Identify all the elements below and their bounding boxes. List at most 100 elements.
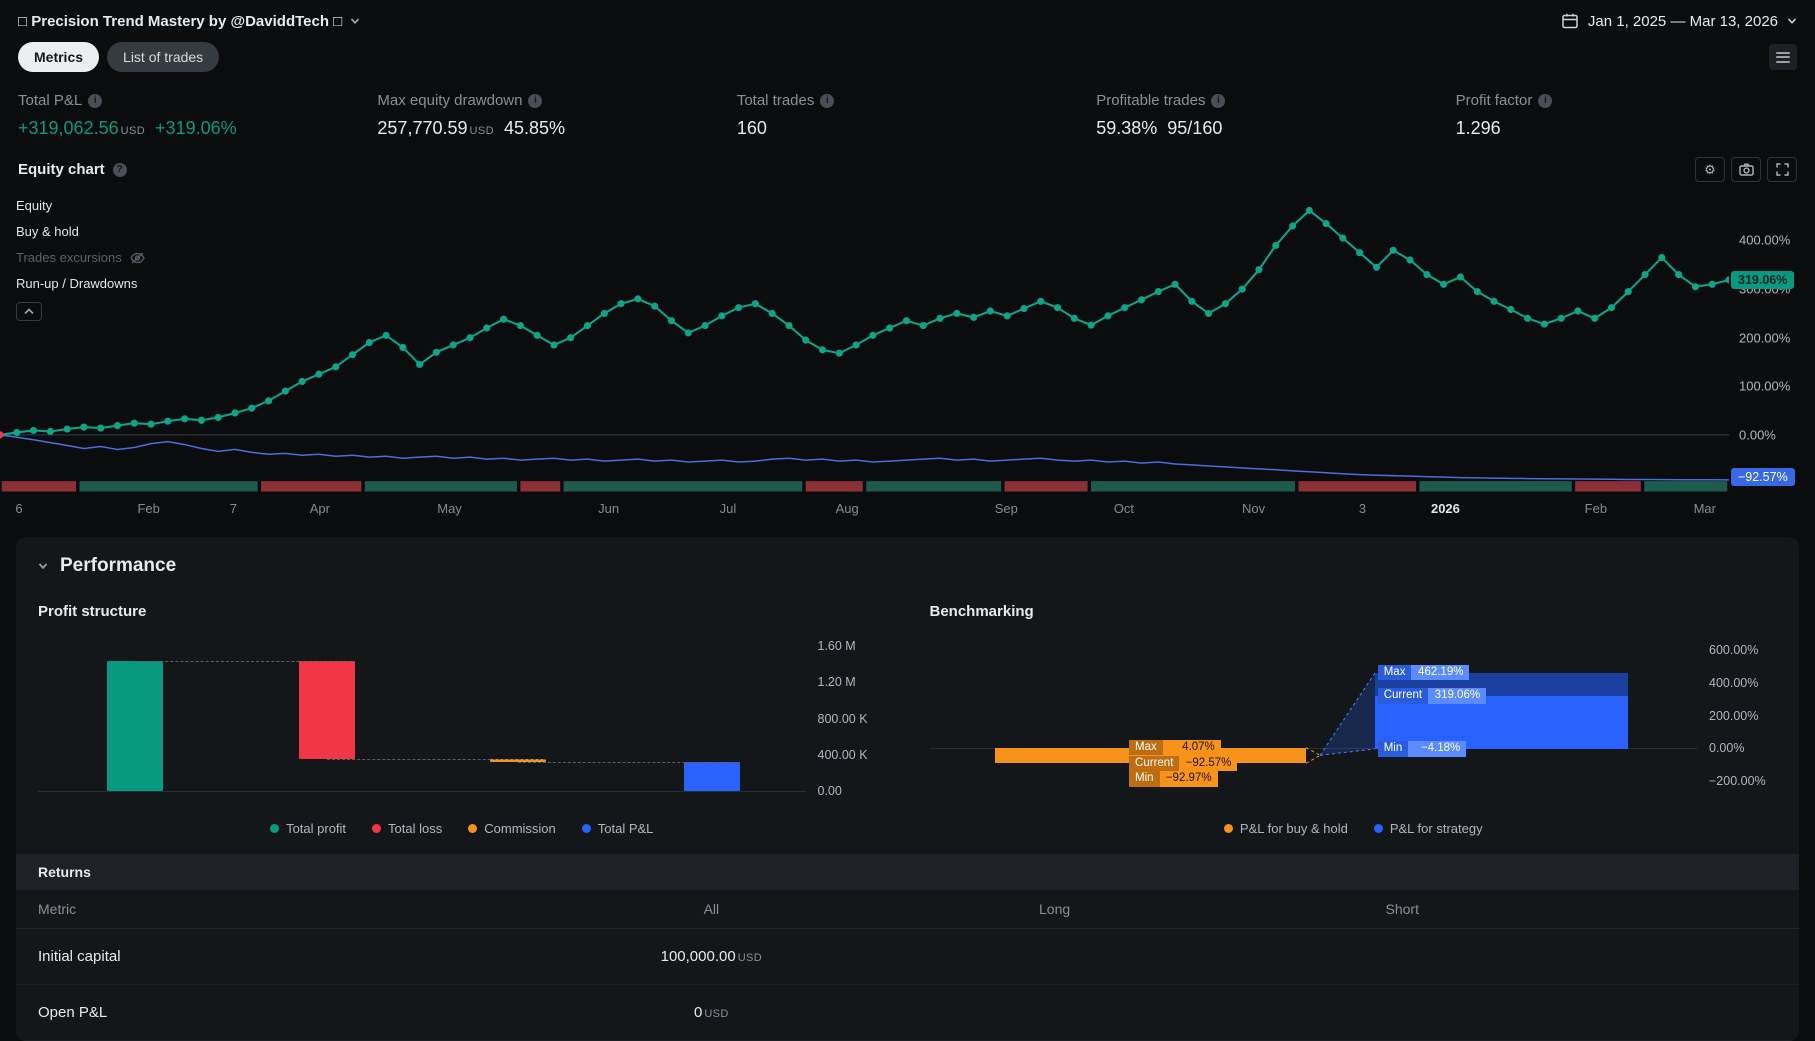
legend-total-loss[interactable]: Total loss xyxy=(372,821,442,836)
help-icon[interactable]: ? xyxy=(113,163,127,177)
benchmarking-legend: P&L for buy & hold P&L for strategy xyxy=(930,821,1778,836)
info-icon[interactable]: i xyxy=(820,94,834,108)
profit-zero-axis xyxy=(38,791,806,792)
profit-connector xyxy=(135,661,355,662)
profit-y-axis-label: 800.00 K xyxy=(818,712,868,726)
maximize-button[interactable] xyxy=(1767,157,1797,182)
equity-y-axis[interactable]: 400.00% 300.00% 200.00% 100.00% 0.00% 31… xyxy=(1729,192,1815,495)
table-row-open-pnl: Open P&L 0USD xyxy=(16,985,1799,1041)
camera-icon xyxy=(1739,163,1754,176)
profit-bar-total-p-l xyxy=(684,762,740,791)
eye-off-icon xyxy=(130,252,145,264)
metric-label: Profitable trades xyxy=(1096,92,1205,109)
legend-dot xyxy=(372,824,381,833)
chevron-down-icon xyxy=(350,16,360,26)
metric-value: 59.38% xyxy=(1096,118,1157,139)
strategy-current-label: Current319.06% xyxy=(1378,688,1486,704)
strategy-min-label: Min−4.18% xyxy=(1378,741,1467,757)
date-range-value: Jan 1, 2025 — Mar 13, 2026 xyxy=(1588,13,1778,30)
equity-x-axis-label: Jul xyxy=(720,501,737,516)
profit-connector xyxy=(518,762,739,763)
y-axis-label: 400.00% xyxy=(1739,233,1790,248)
equity-x-axis-label: 7 xyxy=(230,501,237,516)
legend-runup-drawdowns[interactable]: Run-up / Drawdowns xyxy=(16,276,145,291)
metric-value: 1.296 xyxy=(1456,118,1501,139)
legend-trades-excursions[interactable]: Trades excursions xyxy=(16,250,145,265)
metric-secondary: 95/160 xyxy=(1167,118,1222,139)
profit-y-axis-label: 400.00 K xyxy=(818,748,868,762)
info-icon[interactable]: i xyxy=(1211,94,1225,108)
legend-pnl-buy-hold[interactable]: P&L for buy & hold xyxy=(1224,821,1348,836)
strategy-title: □ Precision Trend Mastery by @DaviddTech… xyxy=(18,13,342,30)
legend-dot xyxy=(1374,824,1383,833)
chart-settings-button[interactable]: ⚙ xyxy=(1695,157,1725,182)
metric-label: Max equity drawdown xyxy=(377,92,522,109)
info-icon[interactable]: i xyxy=(88,94,102,108)
equity-x-axis-label: 3 xyxy=(1359,501,1366,516)
profit-y-axis-label: 1.20 M xyxy=(818,675,856,689)
benchmark-y-axis-label: −200.00% xyxy=(1709,774,1766,788)
legend-collapse-button[interactable] xyxy=(16,302,42,321)
metrics-row: Total P&Li +319,062.56USD+319.06% Max eq… xyxy=(0,76,1815,153)
row-metric-name: Open P&L xyxy=(16,1004,542,1021)
performance-charts: Profit structure 1.60 M1.20 M800.00 K400… xyxy=(16,587,1799,854)
info-icon[interactable]: i xyxy=(1538,94,1552,108)
legend-commission[interactable]: Commission xyxy=(468,821,556,836)
benchmarking-y-axis: 600.00%400.00%200.00%0.00%−200.00% xyxy=(1697,634,1777,809)
row-value-all: 0USD xyxy=(542,1004,881,1021)
equity-x-axis-label: Feb xyxy=(137,501,159,516)
profit-bar-total-loss xyxy=(299,661,355,759)
metric-value: +319,062.56USD xyxy=(18,118,145,139)
profit-structure-panel: Profit structure 1.60 M1.20 M800.00 K400… xyxy=(38,595,886,854)
layout-settings-button[interactable] xyxy=(1769,44,1797,70)
tab-metrics[interactable]: Metrics xyxy=(18,42,99,72)
returns-table-header: Metric All Long Short xyxy=(16,890,1799,929)
profit-bar-total-profit xyxy=(107,661,163,791)
legend-equity[interactable]: Equity xyxy=(16,198,145,213)
equity-x-axis-label: Nov xyxy=(1242,501,1265,516)
buyhold-current-value-badge: −92.57% xyxy=(1731,468,1795,486)
equity-x-axis-label: Jun xyxy=(598,501,619,516)
buyhold-min-label: Min−92.97% xyxy=(1129,771,1218,787)
buyhold-current-label: Current−92.57% xyxy=(1129,756,1237,772)
performance-card: Performance Profit structure 1.60 M1.20 … xyxy=(16,537,1799,1041)
legend-pnl-strategy[interactable]: P&L for strategy xyxy=(1374,821,1483,836)
list-icon xyxy=(1776,49,1790,65)
row-metric-name: Initial capital xyxy=(16,948,542,965)
y-axis-label: 200.00% xyxy=(1739,330,1790,345)
profit-structure-chart xyxy=(38,634,806,809)
metric-total-pnl: Total P&Li +319,062.56USD+319.06% xyxy=(18,92,377,139)
column-all: All xyxy=(542,901,881,917)
legend-dot xyxy=(1224,824,1233,833)
metric-total-trades: Total tradesi 160 xyxy=(737,92,1096,139)
y-axis-label: 0.00% xyxy=(1739,428,1776,443)
profit-structure-title: Profit structure xyxy=(38,603,886,620)
info-icon[interactable]: i xyxy=(528,94,542,108)
strategy-selector[interactable]: □ Precision Trend Mastery by @DaviddTech… xyxy=(18,13,360,30)
metric-secondary: +319.06% xyxy=(155,118,237,139)
tabs-row: Metrics List of trades xyxy=(0,38,1815,76)
tab-list-of-trades[interactable]: List of trades xyxy=(107,42,219,72)
benchmarking-panel: Benchmarking Max4.07% Current−92.57% Min… xyxy=(930,595,1778,854)
benchmark-y-axis-label: 600.00% xyxy=(1709,643,1758,657)
date-range-picker[interactable]: Jan 1, 2025 — Mar 13, 2026 xyxy=(1561,12,1797,30)
legend-total-pnl[interactable]: Total P&L xyxy=(582,821,654,836)
returns-section-header: Returns xyxy=(16,854,1799,890)
legend-buy-and-hold[interactable]: Buy & hold xyxy=(16,224,145,239)
snapshot-button[interactable] xyxy=(1731,157,1761,182)
chevron-down-icon xyxy=(1787,16,1797,26)
equity-chart: Equity Buy & hold Trades excursions Run-… xyxy=(0,192,1815,495)
column-short: Short xyxy=(1228,901,1576,917)
benchmark-y-axis-label: 400.00% xyxy=(1709,676,1758,690)
benchmark-y-axis-label: 200.00% xyxy=(1709,709,1758,723)
metric-secondary: 45.85% xyxy=(504,118,565,139)
equity-chart-title: Equity chart xyxy=(18,161,105,178)
benchmarking-title: Benchmarking xyxy=(930,603,1778,620)
performance-section-toggle[interactable]: Performance xyxy=(16,537,1799,587)
y-axis-label: 100.00% xyxy=(1739,379,1790,394)
legend-total-profit[interactable]: Total profit xyxy=(270,821,346,836)
equity-chart-plot: Equity Buy & hold Trades excursions Run-… xyxy=(0,192,1729,495)
metric-max-drawdown: Max equity drawdowni 257,770.59USD45.85% xyxy=(377,92,736,139)
legend-dot xyxy=(270,824,279,833)
equity-x-axis[interactable]: 6Feb7AprMayJunJulAugSepOctNov32026FebMar xyxy=(0,495,1729,521)
